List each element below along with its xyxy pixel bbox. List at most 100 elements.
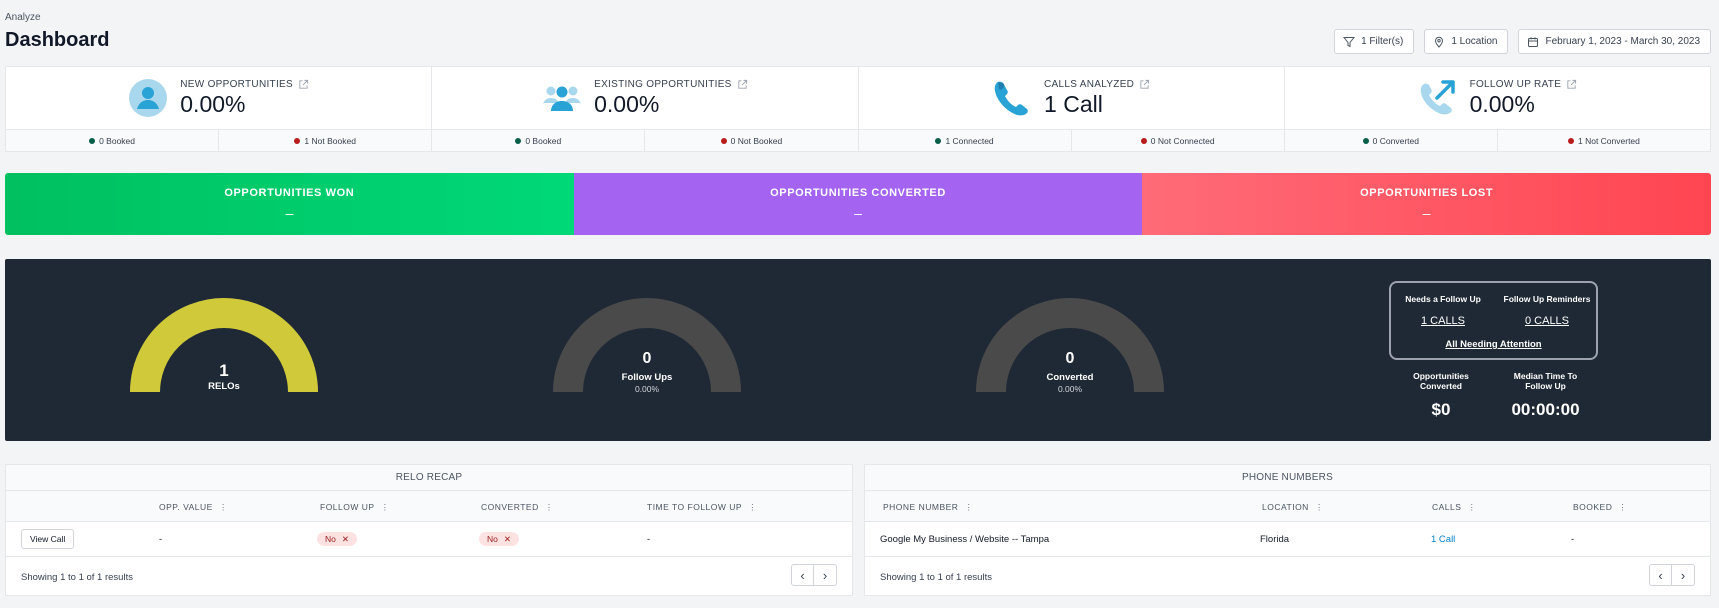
filter-icon: [1343, 36, 1356, 47]
stat-label: NEW OPPORTUNITIES: [180, 78, 293, 90]
gauge-percent: 0.00%: [1057, 384, 1083, 394]
column-header[interactable]: FOLLOW UP ⋮: [320, 502, 390, 513]
phone-outgoing-icon: [1418, 78, 1458, 118]
results-count: Showing 1 to 1 of 1 results: [21, 572, 133, 583]
converted-badge: No ✕: [479, 532, 519, 546]
relos-gauge: 1 RELOs: [129, 295, 319, 405]
column-menu-icon: ⋮: [1467, 502, 1477, 512]
filter-button-label: 1 Filter(s): [1361, 36, 1404, 47]
previous-page-button[interactable]: ‹: [791, 564, 814, 586]
user-icon: [128, 78, 168, 118]
green-dot-icon: [515, 137, 522, 144]
x-icon: ✕: [341, 534, 349, 544]
location-button-label: 1 Location: [1451, 36, 1498, 47]
gauge-label: RELOs: [208, 381, 240, 392]
stat-left-label: 0 Converted: [1372, 135, 1419, 146]
next-page-button[interactable]: ›: [814, 564, 837, 586]
column-header[interactable]: OPP. VALUE ⋮: [159, 502, 228, 513]
gauge-value: 0: [642, 350, 652, 367]
needs-follow-up-label: Needs a Follow Up: [1405, 294, 1481, 304]
breadcrumb: Analyze: [5, 12, 41, 23]
red-dot-icon: [720, 137, 727, 144]
time-to-follow-up-cell: -: [647, 534, 651, 545]
follow-up-badge: No ✕: [317, 532, 357, 546]
column-header[interactable]: LOCATION ⋮: [1262, 502, 1324, 513]
column-header[interactable]: BOOKED ⋮: [1573, 502, 1627, 513]
panel-title: PHONE NUMBERS: [865, 465, 1710, 491]
stat-calls-analyzed: CALLS ANALYZED 1 Call 1 Connected 0 Not …: [858, 67, 1285, 151]
needs-follow-up-link[interactable]: 1 CALLS: [1391, 315, 1495, 327]
follow-up-reminders-link[interactable]: 0 CALLS: [1495, 315, 1599, 327]
next-page-button[interactable]: ›: [1672, 564, 1695, 586]
gauge-label: Follow Ups: [621, 372, 673, 383]
date-range-label: February 1, 2023 - March 30, 2023: [1545, 36, 1700, 47]
location-button[interactable]: 1 Location: [1424, 29, 1509, 54]
table-header: OPP. VALUE ⋮ FOLLOW UP ⋮ CONVERTED ⋮ TIME T…: [6, 491, 852, 522]
pagination: ‹ ›: [791, 564, 837, 586]
previous-page-button[interactable]: ‹: [1649, 564, 1672, 586]
metric-label: Opportunities Converted: [1413, 371, 1469, 391]
column-header[interactable]: PHONE NUMBER ⋮: [883, 502, 973, 513]
banner-value: –: [285, 205, 294, 221]
stat-value: 1 Call: [1044, 90, 1103, 117]
column-header[interactable]: CALLS ⋮: [1432, 502, 1476, 513]
column-menu-icon: ⋮: [964, 502, 974, 512]
call-metrics-panel: 1 RELOs 0 Follow Ups 0.00% 0 Converted 0…: [5, 259, 1711, 441]
follow-up-reminders-label: Follow Up Reminders: [1503, 294, 1591, 304]
banner-title: OPPORTUNITIES LOST: [1360, 187, 1494, 199]
red-dot-icon: [1140, 137, 1147, 144]
stat-left-label: 0 Booked: [525, 135, 562, 146]
users-icon: [542, 78, 582, 118]
green-dot-icon: [935, 137, 942, 144]
location-cell: Florida: [1260, 534, 1290, 545]
panel-title: RELO RECAP: [6, 465, 852, 491]
stat-left-count: 0 Booked: [432, 130, 646, 151]
red-dot-icon: [294, 137, 301, 144]
opportunities-won-card[interactable]: OPPORTUNITIES WON –: [5, 173, 574, 235]
view-call-button[interactable]: View Call: [21, 529, 75, 549]
stat-right-label: 0 Not Connected: [1150, 135, 1215, 146]
follow-up-box: Needs a Follow Up 1 CALLS Follow Up Remi…: [1389, 281, 1598, 360]
external-link-icon[interactable]: [1566, 79, 1577, 90]
date-range-button[interactable]: February 1, 2023 - March 30, 2023: [1518, 29, 1711, 54]
converted-gauge: 0 Converted 0.00%: [975, 295, 1165, 405]
opportunities-lost-card[interactable]: OPPORTUNITIES LOST –: [1142, 173, 1711, 235]
red-dot-icon: [1567, 137, 1574, 144]
banner-title: OPPORTUNITIES WON: [224, 187, 355, 199]
gauge-label: Converted: [1046, 372, 1094, 383]
phone-number-cell: Google My Business / Website -- Tampa: [880, 534, 1050, 545]
table-row: Google My Business / Website -- Tampa Fl…: [865, 522, 1710, 557]
stat-left-count: 0 Booked: [6, 130, 220, 151]
stat-value: 0.00%: [1469, 90, 1535, 117]
column-menu-icon: ⋮: [748, 502, 758, 512]
column-header[interactable]: CONVERTED ⋮: [481, 502, 554, 513]
column-menu-icon: ⋮: [380, 502, 390, 512]
stat-right-label: 0 Not Booked: [730, 135, 783, 146]
phone-numbers-panel: PHONE NUMBERS PHONE NUMBER ⋮ LOCATION ⋮ CA…: [864, 464, 1711, 596]
table-header: PHONE NUMBER ⋮ LOCATION ⋮ CALLS ⋮ BOOKED ⋮: [865, 491, 1710, 522]
filter-button[interactable]: 1 Filter(s): [1334, 29, 1415, 54]
followups-gauge: 0 Follow Ups 0.00%: [552, 295, 742, 405]
calls-link[interactable]: 1 Call: [1431, 534, 1455, 545]
stat-existing-opportunities: EXISTING OPPORTUNITIES 0.00% 0 Booked 0 …: [432, 67, 859, 151]
external-link-icon[interactable]: [737, 79, 748, 90]
column-menu-icon: ⋮: [1314, 502, 1324, 512]
x-icon: ✕: [503, 534, 511, 544]
stat-right-count: 0 Not Booked: [645, 130, 857, 151]
stat-left-label: 1 Connected: [945, 135, 994, 146]
metric-value: $0: [1431, 400, 1451, 419]
table-footer: Showing 1 to 1 of 1 results ‹ ›: [6, 557, 852, 595]
phone-icon: [992, 78, 1032, 118]
stat-value: 0.00%: [180, 90, 246, 117]
all-needing-attention-link[interactable]: All Needing Attention: [1391, 339, 1596, 350]
banner-value: –: [854, 205, 862, 221]
column-header[interactable]: TIME TO FOLLOW UP ⋮: [647, 502, 757, 513]
gauge-percent: 0.00%: [634, 384, 660, 394]
stat-left-label: 0 Booked: [99, 135, 136, 146]
external-link-icon[interactable]: [298, 79, 309, 90]
opportunities-converted-card[interactable]: OPPORTUNITIES CONVERTED –: [573, 173, 1143, 235]
booked-cell: -: [1571, 534, 1575, 545]
metric-value: 00:00:00: [1511, 400, 1580, 419]
stat-right-count: 1 Not Converted: [1498, 130, 1710, 151]
external-link-icon[interactable]: [1139, 79, 1150, 90]
